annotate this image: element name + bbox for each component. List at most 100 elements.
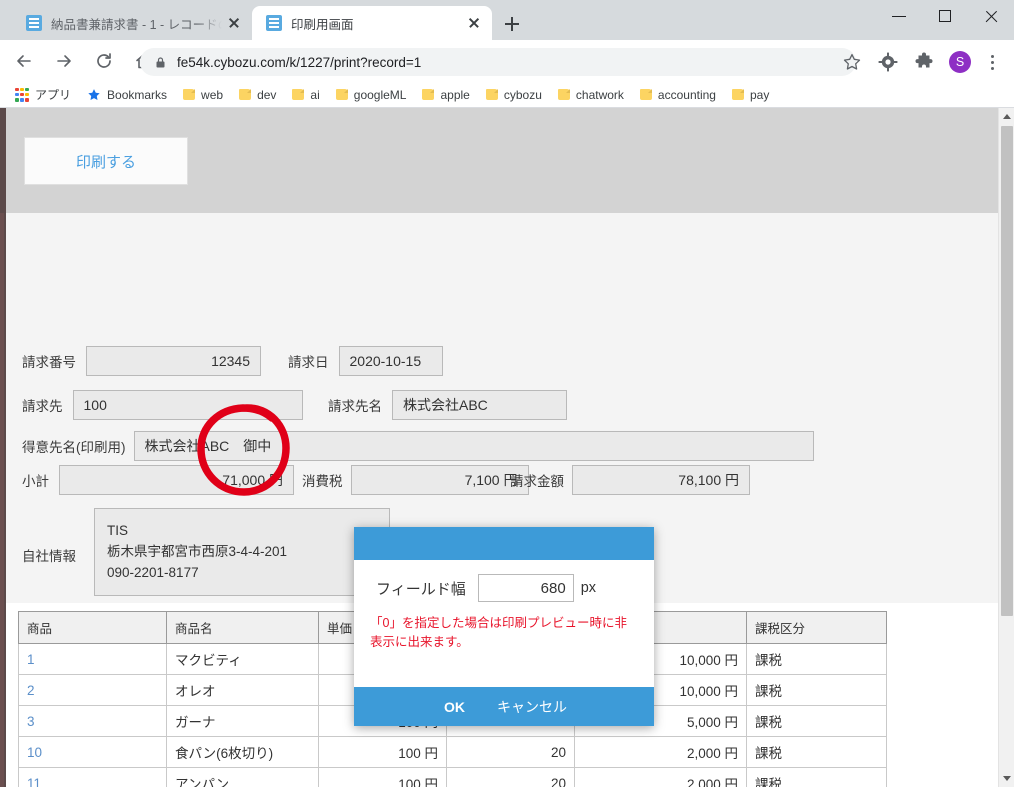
reload-icon[interactable] — [88, 45, 120, 77]
folder-icon — [639, 89, 652, 100]
bookmark-label: cybozu — [503, 87, 542, 102]
field-total: 請求金額 78,100 円 — [510, 465, 750, 495]
bookmark-apple[interactable]: apple — [417, 86, 474, 104]
dialog-field-row: フィールド幅 680 px — [354, 574, 654, 602]
company-line-1: TIS — [107, 523, 129, 538]
print-button[interactable]: 印刷する — [24, 137, 188, 185]
cell-amount: 2,000 円 — [574, 736, 747, 768]
customer-name-input[interactable]: 株式会社ABC — [392, 390, 567, 420]
cell-tax-class: 課税 — [746, 736, 887, 768]
bookmark-googleml[interactable]: googleML — [331, 86, 412, 104]
th-product-name[interactable]: 商品名 — [166, 611, 319, 644]
print-name-input[interactable]: 株式会社ABC 御中 — [133, 431, 814, 461]
tab-title: 納品書兼請求書 - 1 - レコードの詳細 — [51, 17, 222, 32]
back-icon[interactable] — [8, 45, 40, 77]
scroll-down-icon[interactable] — [999, 770, 1014, 787]
tax-input[interactable]: 7,100 円 — [350, 465, 529, 495]
table-row[interactable]: 10 食パン(6枚切り) 100 円 20 2,000 円課税 — [18, 736, 887, 768]
field-customer-code: 請求先 100 — [22, 390, 303, 420]
new-tab-button[interactable] — [500, 12, 524, 36]
page-scrollbar[interactable] — [998, 108, 1014, 787]
window-controls — [876, 0, 1014, 40]
field-invoice-no: 請求番号 12345 — [22, 346, 261, 376]
cell-tax-class: 課税 — [746, 674, 887, 706]
field-label: 請求日 — [288, 355, 329, 370]
cell-unit-price: 100 円 — [318, 767, 447, 787]
extensions-puzzle-icon[interactable] — [909, 47, 939, 77]
folder-icon — [335, 89, 348, 100]
field-invoice-date: 請求日 2020-10-15 — [288, 346, 443, 376]
table-row[interactable]: 11 アンパン 100 円 20 2,000 円課税 — [18, 767, 887, 787]
tab-close-icon[interactable] — [222, 11, 246, 35]
print-preview-page: 印刷する 請求番号 12345 請求日 2020-10-15 請求先 100 請… — [0, 108, 998, 787]
address-bar[interactable]: fe54k.cybozu.com/k/1227/print?record=1 — [140, 48, 856, 76]
invoice-date-input[interactable]: 2020-10-15 — [338, 346, 443, 376]
bookmark-bookmarks[interactable]: Bookmarks — [82, 86, 172, 104]
scroll-up-icon[interactable] — [999, 108, 1014, 125]
bookmark-label: ai — [310, 87, 320, 102]
maximize-icon[interactable] — [922, 0, 968, 32]
dialog-header — [354, 527, 654, 560]
apps-grid-icon — [15, 87, 29, 102]
bookmark-apps[interactable]: アプリ — [10, 84, 76, 105]
cell-amount: 2,000 円 — [574, 767, 747, 787]
toolbar-right-icons: S — [834, 46, 1010, 78]
forward-icon[interactable] — [48, 45, 80, 77]
field-label: 小計 — [22, 474, 49, 489]
profile-avatar[interactable]: S — [949, 51, 971, 73]
scrollbar-thumb[interactable] — [1001, 126, 1013, 616]
cell-product-code: 11 — [18, 767, 167, 787]
bookmark-web[interactable]: web — [178, 86, 228, 104]
tab-close-icon[interactable] — [462, 11, 486, 35]
field-width-label: フィールド幅 — [376, 580, 466, 598]
cancel-button[interactable]: キャンセル — [497, 697, 567, 717]
tab-active[interactable]: 印刷用画面 — [252, 6, 492, 40]
cell-unit-price: 100 円 — [318, 736, 447, 768]
bookmark-star-icon[interactable] — [837, 47, 867, 77]
bookmark-label: dev — [257, 87, 277, 102]
total-input[interactable]: 78,100 円 — [572, 465, 750, 495]
bookmarks-bar: アプリ Bookmarks web dev ai googleML apple … — [0, 82, 1014, 108]
field-print-name: 得意先名(印刷用) 株式会社ABC 御中 — [22, 431, 814, 461]
customer-code-input[interactable]: 100 — [72, 390, 303, 420]
browser-window: 納品書兼請求書 - 1 - レコードの詳細 印刷用画面 — [0, 0, 1014, 787]
chrome-menu-icon[interactable] — [980, 47, 1004, 77]
cell-quantity: 20 — [446, 767, 575, 787]
folder-icon — [422, 89, 435, 100]
bookmark-cybozu[interactable]: cybozu — [481, 86, 547, 104]
bookmark-pay[interactable]: pay — [727, 86, 774, 104]
close-window-icon[interactable] — [968, 0, 1014, 32]
bookmark-chatwork[interactable]: chatwork — [553, 86, 629, 104]
bookmark-label: chatwork — [575, 87, 624, 102]
bookmark-accounting[interactable]: accounting — [635, 86, 721, 104]
folder-icon — [557, 89, 570, 100]
minimize-icon[interactable] — [876, 0, 922, 32]
folder-icon — [239, 89, 252, 100]
folder-icon — [292, 89, 305, 100]
field-label: 請求番号 — [22, 355, 76, 370]
folder-icon — [731, 89, 744, 100]
gear-icon[interactable] — [873, 47, 903, 77]
title-bar: 納品書兼請求書 - 1 - レコードの詳細 印刷用画面 — [0, 0, 1014, 40]
tab-inactive[interactable]: 納品書兼請求書 - 1 - レコードの詳細 — [12, 6, 252, 40]
cell-product-code: 2 — [18, 674, 167, 706]
subtotal-input[interactable]: 71,000 円 — [59, 465, 294, 495]
tab-title: 印刷用画面 — [291, 17, 354, 32]
th-tax-class[interactable]: 課税区分 — [746, 611, 887, 644]
company-info-textarea[interactable]: TIS 栃木県宇都宮市西原3-4-4-201 090-2201-8177 — [94, 508, 390, 596]
th-product-code[interactable]: 商品 — [18, 611, 167, 644]
cell-tax-class: 課税 — [746, 767, 887, 787]
bookmark-label: pay — [749, 87, 770, 102]
dialog-note: 「0」を指定した場合は印刷プレビュー時に非表示に出来ます。 — [370, 616, 627, 650]
field-label: 請求先名 — [328, 399, 382, 414]
bookmark-ai[interactable]: ai — [287, 86, 324, 104]
field-width-input[interactable]: 680 — [477, 574, 574, 602]
ok-button[interactable]: OK — [444, 699, 465, 715]
star-icon — [87, 88, 101, 102]
cell-product-name: アンパン — [166, 767, 319, 787]
field-subtotal: 小計 71,000 円 — [22, 465, 294, 495]
bookmark-label: web — [201, 87, 224, 102]
invoice-no-input[interactable]: 12345 — [86, 346, 261, 376]
company-info-label: 自社情報 — [22, 549, 76, 564]
bookmark-dev[interactable]: dev — [234, 86, 281, 104]
